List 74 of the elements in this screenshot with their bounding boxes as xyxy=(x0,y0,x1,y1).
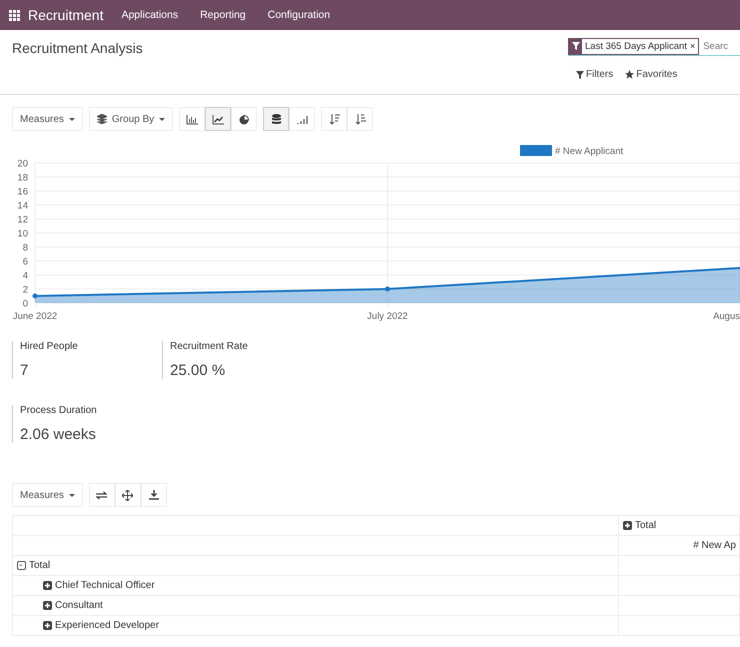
caret-icon xyxy=(159,118,166,120)
kpi-value: 25.00 % xyxy=(170,362,226,379)
expand-icon[interactable] xyxy=(43,581,52,590)
cumulative-button[interactable] xyxy=(289,107,316,131)
favorites-button[interactable]: Favorites xyxy=(625,69,678,80)
line-chart-icon xyxy=(212,114,224,124)
legend-label: # New Applicant xyxy=(555,146,624,157)
data-point xyxy=(32,294,38,298)
collapse-icon[interactable] xyxy=(17,561,26,570)
apps-menu-icon[interactable] xyxy=(9,10,20,20)
axis-tick-label: 6 xyxy=(22,256,28,268)
axis-category-label: July 2022 xyxy=(367,311,408,322)
filter-icon xyxy=(572,42,580,50)
sort-icon xyxy=(328,114,340,124)
pie-chart-button[interactable] xyxy=(231,107,258,131)
row-header[interactable]: Consultant xyxy=(55,600,103,611)
measure-header: # New Ap xyxy=(618,536,740,556)
expand-icon[interactable] xyxy=(43,621,52,630)
row-header[interactable]: Chief Technical Officer xyxy=(55,580,155,591)
search-facet[interactable]: Last 365 Days Applicant xyxy=(585,40,687,52)
axis-tick-label: 20 xyxy=(17,158,28,170)
sort-ascending-button[interactable] xyxy=(347,107,374,131)
row-header[interactable]: Total xyxy=(29,560,50,571)
measures-button[interactable]: Measures xyxy=(12,107,83,131)
kpi-value: 2.06 weeks xyxy=(20,426,97,443)
column-header[interactable]: Total xyxy=(635,520,656,531)
filter-icon xyxy=(576,70,584,78)
sort-descending-button[interactable] xyxy=(321,107,348,131)
filters-button[interactable]: Filters xyxy=(576,69,614,80)
database-icon xyxy=(272,114,281,124)
expand-icon[interactable] xyxy=(43,601,52,610)
caret-icon xyxy=(68,118,75,120)
remove-button[interactable]: × xyxy=(690,41,696,51)
caret-icon xyxy=(68,494,75,496)
sort-icon xyxy=(354,114,366,124)
move-arrows-icon xyxy=(122,490,134,500)
download-button[interactable] xyxy=(140,483,167,507)
expand-all-button[interactable] xyxy=(114,483,141,507)
star-icon xyxy=(625,70,634,79)
group-by-button[interactable]: Group By xyxy=(88,107,174,131)
page-title: Recruitment Analysis xyxy=(12,40,143,58)
menu-item[interactable]: Reporting xyxy=(200,9,246,21)
kpi-label: Process Duration xyxy=(20,405,98,416)
axis-tick-label: 10 xyxy=(17,228,28,240)
axis-tick-label: 0 xyxy=(22,298,28,310)
kpi-label: Hired People xyxy=(20,341,79,352)
menu-item[interactable]: Configuration xyxy=(268,9,330,21)
swap-arrows-icon xyxy=(96,490,108,500)
app-name: Recruitment xyxy=(28,7,104,23)
pie-chart-icon xyxy=(238,114,250,124)
signal-bars-icon xyxy=(296,114,308,124)
download-icon xyxy=(148,490,159,500)
axis-tick-label: 8 xyxy=(22,242,28,254)
data-point xyxy=(385,286,390,292)
flip-axis-button[interactable] xyxy=(88,483,115,507)
axis-tick-label: 12 xyxy=(17,214,28,226)
line-chart-button[interactable] xyxy=(205,107,232,131)
stacked-button[interactable] xyxy=(263,107,290,131)
axis-tick-label: 4 xyxy=(22,270,28,282)
measures-button[interactable]: Measures xyxy=(12,483,83,507)
menu-item[interactable]: Applications xyxy=(121,9,178,21)
axis-category-label: Augus xyxy=(713,311,740,322)
row-header[interactable]: Experienced Developer xyxy=(55,620,159,631)
axis-category-label: June 2022 xyxy=(12,311,58,322)
axis-tick-label: 16 xyxy=(17,186,28,198)
axis-tick-label: 2 xyxy=(22,284,28,296)
expand-icon[interactable] xyxy=(623,521,632,530)
kpi-label: Recruitment Rate xyxy=(170,341,249,352)
bar-chart-button[interactable] xyxy=(179,107,206,131)
axis-tick-label: 18 xyxy=(17,172,28,184)
layers-icon xyxy=(96,114,107,124)
kpi-value: 7 xyxy=(20,362,30,379)
axis-tick-label: 14 xyxy=(17,200,28,212)
bar-chart-icon xyxy=(186,114,198,124)
